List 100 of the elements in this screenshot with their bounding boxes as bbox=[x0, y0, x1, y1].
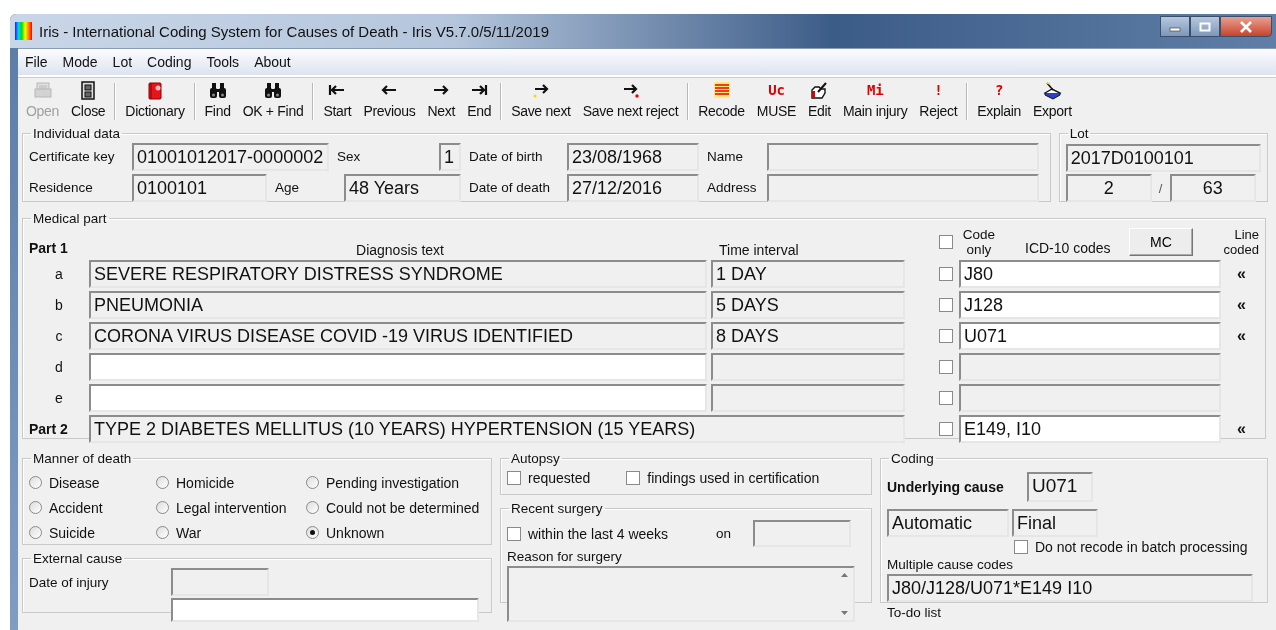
diagnosis-field[interactable]: TYPE 2 DIABETES MELLITUS (10 YEARS) HYPERTENSION (15 YEARS) bbox=[89, 414, 905, 443]
menu-item[interactable]: File bbox=[18, 54, 56, 70]
date-field[interactable] bbox=[753, 520, 852, 547]
column-header: ICD-10 codes bbox=[1025, 240, 1111, 258]
menu-item[interactable]: Lot bbox=[105, 54, 141, 70]
code-field[interactable] bbox=[959, 352, 1221, 381]
part-label: Part 1 bbox=[29, 240, 69, 258]
toolbar-button[interactable]: Start bbox=[317, 78, 358, 124]
glyph-icon: ? bbox=[995, 81, 1004, 99]
checkbox[interactable] bbox=[939, 328, 953, 343]
checkbox[interactable] bbox=[1014, 540, 1028, 554]
maximize-button[interactable] bbox=[1190, 16, 1220, 37]
group-label: External cause bbox=[32, 551, 124, 566]
text-field[interactable]: 48 Years bbox=[344, 173, 461, 202]
toolbar-button[interactable]: Previous bbox=[357, 78, 422, 124]
group-label: Individual data bbox=[32, 126, 122, 141]
line-coded-mark: « bbox=[1236, 295, 1246, 313]
glyph-icon: Uc bbox=[768, 81, 785, 99]
code-field[interactable]: J80 bbox=[959, 259, 1221, 288]
radio-button[interactable] bbox=[306, 526, 319, 539]
diagnosis-field[interactable]: CORONA VIRUS DISEASE COVID -19 VIRUS IDENTIFIED bbox=[89, 321, 707, 350]
code-field[interactable]: J128 bbox=[959, 290, 1221, 319]
toolbar-button[interactable]: End bbox=[461, 78, 498, 124]
diagnosis-field[interactable]: PNEUMONIA bbox=[89, 290, 707, 319]
minimize-button[interactable] bbox=[1160, 16, 1190, 37]
toolbar-button[interactable]: Uc MUSE bbox=[750, 78, 802, 124]
text-area[interactable] bbox=[507, 566, 855, 622]
toolbar-button[interactable]: Find bbox=[198, 78, 237, 124]
checkbox[interactable] bbox=[939, 235, 953, 249]
diagnosis-field[interactable]: SEVERE RESPIRATORY DISTRESS SYNDROME bbox=[89, 259, 707, 288]
toolbar-button[interactable]: ! Reject bbox=[913, 78, 964, 124]
export-icon bbox=[1042, 80, 1063, 100]
toolbar-button[interactable]: Save next bbox=[505, 78, 577, 124]
radio-button[interactable] bbox=[306, 476, 319, 489]
time-field[interactable]: 5 DAYS bbox=[711, 290, 905, 319]
text-field[interactable]: 2017D0100101 bbox=[1065, 144, 1261, 172]
checkbox[interactable] bbox=[939, 359, 953, 374]
radio-button[interactable] bbox=[306, 501, 319, 514]
toolbar-button[interactable]: Export bbox=[1027, 78, 1078, 124]
checkbox[interactable] bbox=[939, 421, 953, 436]
text-field[interactable]: 2 bbox=[1065, 174, 1152, 202]
text-field[interactable]: Final bbox=[1012, 509, 1098, 537]
mc-button[interactable]: MC bbox=[1129, 228, 1193, 256]
group-label: Manner of death bbox=[32, 451, 133, 466]
time-field[interactable]: 1 DAY bbox=[711, 259, 905, 288]
hand-pencil-icon bbox=[809, 80, 830, 100]
checkbox[interactable] bbox=[507, 471, 521, 485]
radio-button[interactable] bbox=[156, 476, 169, 489]
book-icon bbox=[145, 80, 165, 100]
date-field[interactable] bbox=[171, 568, 269, 596]
checkbox[interactable] bbox=[939, 297, 953, 312]
text-field[interactable]: 63 bbox=[1169, 174, 1256, 202]
printer-icon bbox=[32, 80, 53, 100]
text-field[interactable]: 01001012017-0000002 bbox=[132, 142, 329, 171]
text-field[interactable] bbox=[767, 142, 1039, 171]
menu-item[interactable]: Coding bbox=[140, 54, 200, 70]
text-field[interactable] bbox=[767, 173, 1039, 202]
scroll-up-icon bbox=[840, 572, 849, 578]
diagnosis-field[interactable] bbox=[89, 352, 707, 381]
checkbox[interactable] bbox=[939, 266, 953, 281]
close-icon bbox=[1239, 20, 1253, 33]
menu-item[interactable]: Tools bbox=[199, 54, 248, 70]
text-field[interactable]: J80/J128/U071*E149 I10 bbox=[887, 574, 1253, 602]
column-header: Time interval bbox=[718, 242, 800, 258]
code-field[interactable]: E149, I10 bbox=[959, 414, 1221, 443]
time-field[interactable] bbox=[711, 383, 905, 412]
radio-button[interactable] bbox=[29, 501, 42, 514]
diagnosis-field[interactable] bbox=[89, 383, 707, 412]
time-field[interactable] bbox=[711, 352, 905, 381]
toolbar-button[interactable]: Recode bbox=[692, 78, 751, 124]
text-field[interactable]: 27/12/2016 bbox=[567, 173, 699, 202]
text-field[interactable]: 23/08/1968 bbox=[567, 142, 699, 171]
code-field[interactable] bbox=[959, 383, 1221, 412]
checkbox[interactable] bbox=[507, 526, 521, 541]
time-field[interactable]: 8 DAYS bbox=[711, 321, 905, 350]
checkbox[interactable] bbox=[939, 390, 953, 405]
code-field[interactable]: U071 bbox=[959, 321, 1221, 350]
dropdown-field[interactable] bbox=[171, 598, 479, 622]
radio-button[interactable] bbox=[156, 526, 169, 539]
line-label: c bbox=[54, 327, 64, 344]
option-label: within the last 4 weeks bbox=[528, 525, 669, 542]
close-button[interactable] bbox=[1220, 16, 1272, 37]
toolbar-button[interactable]: Mi Main injury bbox=[836, 78, 914, 124]
toolbar-button[interactable]: Close bbox=[65, 78, 112, 124]
toolbar-button[interactable]: ? Explain bbox=[971, 78, 1028, 124]
radio-button[interactable] bbox=[156, 501, 169, 514]
toolbar-button[interactable]: Edit bbox=[802, 78, 837, 124]
text-field[interactable]: U071 bbox=[1027, 472, 1093, 502]
toolbar-button[interactable]: OK + Find bbox=[236, 78, 310, 124]
toolbar-button[interactable]: Dictionary bbox=[119, 78, 191, 124]
toolbar-button[interactable]: Save next reject bbox=[576, 78, 685, 124]
checkbox[interactable] bbox=[626, 471, 641, 485]
text-field[interactable]: Automatic bbox=[887, 509, 1009, 537]
toolbar-button[interactable]: Next bbox=[421, 78, 462, 124]
text-field[interactable]: 1 bbox=[439, 142, 461, 171]
text-field[interactable]: 0100101 bbox=[132, 173, 267, 202]
menu-item[interactable]: Mode bbox=[55, 54, 106, 70]
radio-button[interactable] bbox=[29, 526, 42, 539]
menu-item[interactable]: About bbox=[247, 54, 299, 70]
radio-button[interactable] bbox=[29, 476, 42, 489]
